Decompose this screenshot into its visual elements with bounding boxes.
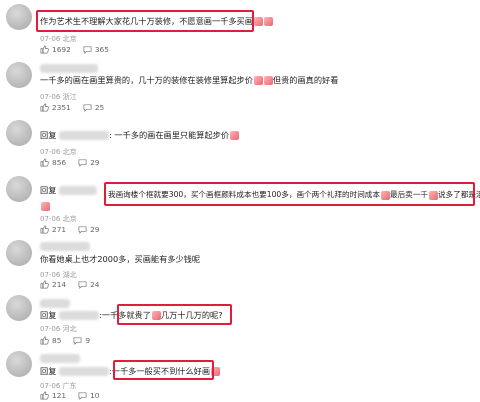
comment-actions: 121 10 (40, 391, 100, 400)
comment-bubble-icon (78, 281, 87, 289)
like-button[interactable]: 271 (40, 225, 66, 234)
avatar[interactable] (6, 295, 32, 321)
like-button[interactable]: 85 (40, 336, 61, 345)
blurred-username (59, 186, 97, 195)
highlight-box (104, 182, 475, 206)
comment-meta: 07-06 北京 (40, 215, 77, 223)
avatar[interactable] (6, 240, 32, 266)
comment-4-emoji-line (40, 200, 50, 212)
comment-actions: 856 29 (40, 158, 100, 167)
comment-meta: 07-06 北京 (40, 35, 77, 43)
comment-meta: 07-06 河北 (40, 325, 77, 333)
comment-bubble-icon (83, 104, 92, 112)
comment-2-text: 一千多的画在画里算贵的，几十万的装修在装修里算起步价 但贵的画真的好看 (40, 75, 339, 85)
thumbs-up-icon (40, 225, 49, 234)
comment-meta: 07-06 浙江 (40, 93, 77, 101)
avatar[interactable] (6, 176, 32, 202)
like-button[interactable]: 214 (40, 280, 66, 289)
comment-bubble-icon (73, 337, 82, 345)
comment-bubble-icon (78, 392, 87, 400)
thumbs-up-icon (40, 45, 49, 54)
like-button[interactable]: 1692 (40, 45, 71, 54)
like-button[interactable]: 856 (40, 158, 66, 167)
comment-bubble-icon (83, 46, 92, 54)
thumbs-up-icon (40, 280, 49, 289)
blurred-username (40, 242, 90, 251)
comment-actions: 85 9 (40, 336, 90, 345)
blurred-username (40, 64, 98, 73)
reply-label: 回复 (40, 130, 57, 140)
comment-7-user (40, 352, 80, 364)
comment-actions: 214 24 (40, 280, 100, 289)
comment-4-user: 回复 (40, 184, 97, 196)
reply-button[interactable]: 25 (83, 103, 104, 112)
comment-bubble-icon (78, 226, 87, 234)
blurred-username (59, 367, 109, 376)
emoji-icon (263, 76, 273, 85)
reply-label: 回复 (40, 185, 57, 195)
emoji-icon (253, 17, 263, 26)
avatar[interactable] (6, 4, 32, 30)
blurred-username (59, 311, 99, 320)
like-count: 1692 (52, 45, 71, 54)
thumbs-up-icon (40, 103, 49, 112)
comment-3-text: 回复 : 一千多的画在画里只能算起步价 (40, 129, 240, 141)
emoji-icon (263, 17, 273, 26)
thumbs-up-icon (40, 391, 49, 400)
comment-meta: 07-06 湖北 (40, 271, 77, 279)
like-button[interactable]: 121 (40, 391, 66, 400)
comment-actions: 271 29 (40, 225, 100, 234)
reply-label: 回复 (40, 310, 57, 320)
reply-button[interactable]: 29 (78, 158, 100, 167)
avatar[interactable] (6, 62, 32, 88)
comment-actions: 2351 25 (40, 103, 104, 112)
comment-actions: 1692 365 (40, 45, 109, 54)
reply-button[interactable]: 9 (73, 336, 90, 345)
emoji-icon (41, 202, 50, 211)
comment-bubble-icon (78, 159, 87, 167)
thumbs-up-icon (40, 336, 49, 345)
emoji-icon (230, 131, 240, 140)
reply-button[interactable]: 29 (78, 225, 100, 234)
like-button[interactable]: 2351 (40, 103, 71, 112)
comment-2-user (40, 62, 98, 74)
avatar[interactable] (6, 351, 32, 377)
highlight-box (117, 304, 232, 325)
blurred-username (59, 131, 109, 140)
highlight-box (113, 360, 214, 380)
comment-meta: 07-06 广东 (40, 382, 77, 390)
reply-button[interactable]: 24 (78, 280, 100, 289)
thumbs-up-icon (40, 158, 49, 167)
reply-count: 365 (94, 45, 109, 54)
comment-meta: 07-06 北京 (40, 148, 77, 156)
blurred-username (40, 299, 70, 308)
comment-6-user (40, 297, 70, 309)
reply-button[interactable]: 10 (78, 391, 100, 400)
reply-label: 回复 (40, 366, 57, 376)
highlight-box (36, 10, 254, 32)
avatar[interactable] (6, 120, 32, 146)
comment-5-text: 你看她桌上也才2000多，买画能有多少钱呢 (40, 254, 201, 264)
reply-button[interactable]: 365 (83, 45, 109, 54)
blurred-username (40, 354, 80, 363)
comment-5-user (40, 240, 90, 252)
emoji-icon (253, 76, 263, 85)
